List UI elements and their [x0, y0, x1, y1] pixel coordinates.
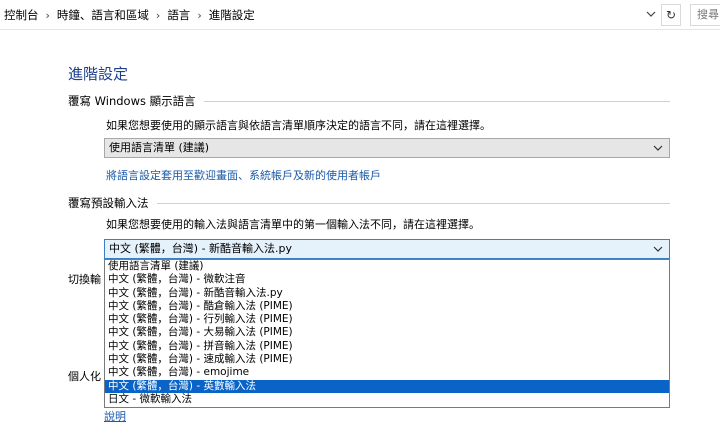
dropdown-option[interactable]: 中文 (繁體，台灣) - emojime: [105, 366, 669, 379]
dropdown-option[interactable]: 中文 (繁體，台灣) - 速成輸入法 (PIME): [105, 353, 669, 366]
personalization-heading-partial: 個人化: [68, 370, 101, 383]
dropdown-option[interactable]: 日文 - 微軟輸入法: [105, 393, 669, 406]
dropdown-option[interactable]: 使用語言清單 (建議): [105, 260, 669, 273]
breadcrumb-separator: ›: [197, 8, 202, 22]
page-title: 進階設定: [68, 65, 129, 83]
chevron-down-icon[interactable]: [645, 8, 657, 20]
display-language-description: 如果您想要使用的顯示語言與依語言清單順序決定的語言不同，請在這裡選擇。: [106, 119, 491, 132]
display-language-select[interactable]: 使用語言清單 (建議): [104, 138, 670, 158]
input-method-dropdown-list: 使用語言清單 (建議) 中文 (繁體，台灣) - 微軟注音 中文 (繁體，台灣) -…: [104, 259, 670, 408]
input-method-description: 如果您想要使用的輸入法與語言清單中的第一個輸入法不同，請在這裡選擇。: [106, 218, 480, 231]
apply-welcome-screen-link[interactable]: 將語言設定套用至歡迎畫面、系統帳戶及新的使用者帳戶: [106, 167, 381, 183]
breadcrumb-item-control-panel[interactable]: 控制台: [4, 7, 39, 23]
input-method-heading: 覆寫預設輸入法: [68, 195, 670, 211]
input-method-select[interactable]: 中文 (繁體，台灣) - 新酷音輸入法.py: [104, 239, 670, 259]
dropdown-option[interactable]: 中文 (繁體，台灣) - 拼音輸入法 (PIME): [105, 340, 669, 353]
chevron-down-icon: [653, 246, 663, 252]
divider: [156, 202, 670, 204]
refresh-button[interactable]: ↻: [661, 4, 681, 26]
breadcrumb-item-clock-region[interactable]: 時鐘、語言和區域: [57, 7, 149, 23]
breadcrumb-separator: ›: [155, 8, 161, 22]
display-language-selected: 使用語言清單 (建議): [109, 141, 210, 154]
switching-heading-partial: 切換輸: [68, 273, 101, 286]
breadcrumb-item-language[interactable]: 語言: [167, 7, 190, 23]
dropdown-option[interactable]: 中文 (繁體，台灣) - 英數輸入法: [105, 379, 669, 393]
breadcrumb: 控制台 › 時鐘、語言和區域 › 語言 › 進階設定: [4, 0, 255, 30]
display-language-heading: 覆寫 Windows 顯示語言: [68, 93, 670, 109]
input-method-selected: 中文 (繁體，台灣) - 新酷音輸入法.py: [109, 242, 293, 255]
breadcrumb-separator: ›: [45, 8, 50, 22]
divider: [203, 100, 670, 102]
search-input[interactable]: 搜尋: [690, 4, 720, 26]
dropdown-option[interactable]: 中文 (繁體，台灣) - 酷倉輸入法 (PIME): [105, 300, 669, 313]
chevron-down-icon: [653, 145, 663, 151]
breadcrumb-item-advanced[interactable]: 進階設定: [209, 7, 255, 23]
help-link[interactable]: 說明: [104, 408, 126, 424]
dropdown-option[interactable]: 中文 (繁體，台灣) - 新酷音輸入法.py: [105, 287, 669, 300]
dropdown-option[interactable]: 中文 (繁體，台灣) - 大易輸入法 (PIME): [105, 326, 669, 339]
dropdown-option[interactable]: 中文 (繁體，台灣) - 行列輸入法 (PIME): [105, 313, 669, 326]
dropdown-option[interactable]: 中文 (繁體，台灣) - 微軟注音: [105, 273, 669, 286]
refresh-icon: ↻: [665, 8, 677, 22]
address-bar: 控制台 › 時鐘、語言和區域 › 語言 › 進階設定 ↻ 搜尋: [0, 0, 720, 30]
section-heading-text: 覆寫 Windows 顯示語言: [68, 94, 196, 108]
section-heading-text: 覆寫預設輸入法: [68, 196, 149, 210]
